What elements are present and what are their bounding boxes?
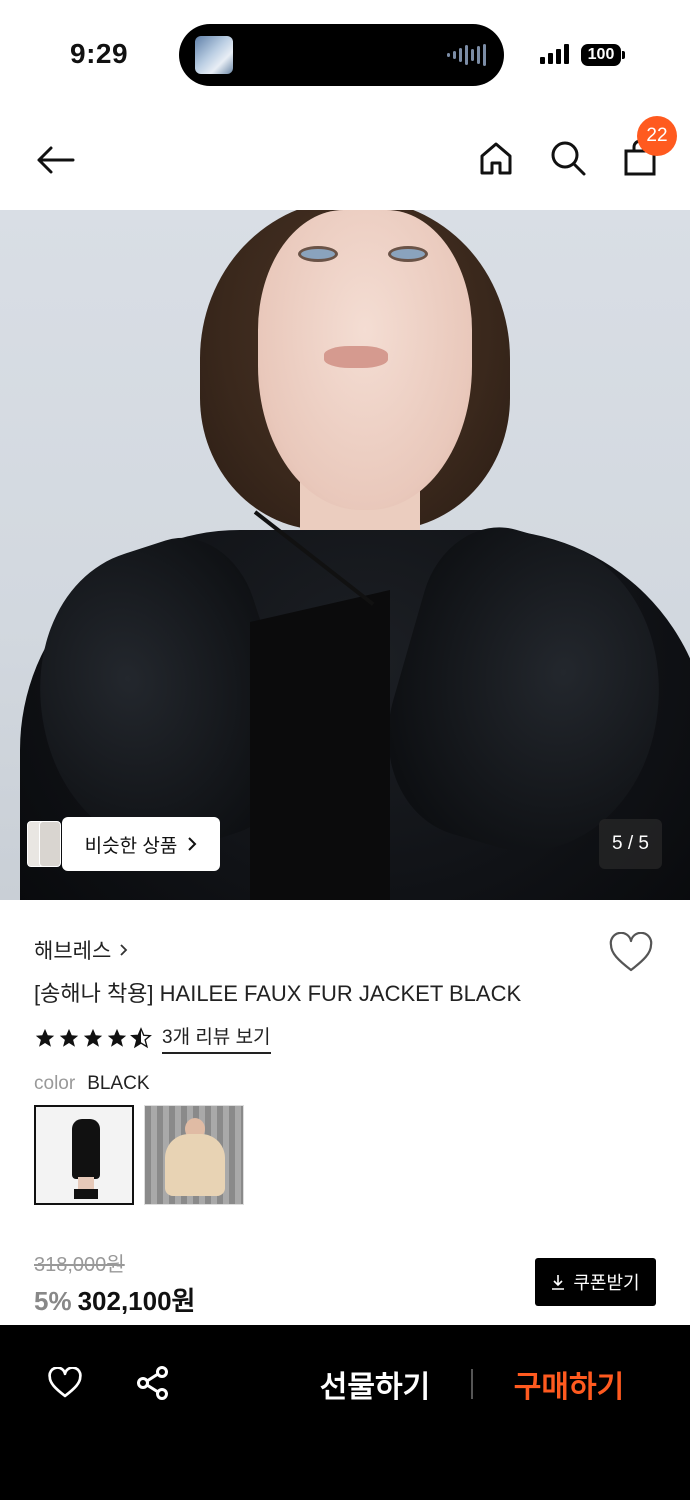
color-row: color BLACK	[34, 1073, 150, 1095]
cellular-signal-icon	[540, 44, 569, 64]
status-time: 9:29	[70, 38, 129, 69]
brand-name: 해브레스	[34, 940, 112, 963]
share-icon	[137, 1366, 168, 1400]
chevron-right-icon	[120, 944, 128, 956]
rating-row: 3개 리뷰 보기	[34, 1022, 271, 1054]
star-icon	[107, 1028, 127, 1047]
star-icon	[83, 1028, 103, 1047]
coupon-download-button[interactable]: 쿠폰받기	[535, 1258, 656, 1306]
download-icon	[552, 1275, 565, 1290]
battery-tip	[622, 51, 625, 59]
bottom-action-bar: 선물하기 구매하기	[0, 1325, 690, 1500]
color-label: color	[34, 1073, 76, 1094]
heart-icon	[48, 1367, 82, 1398]
search-button[interactable]	[546, 136, 590, 180]
color-swatch-black[interactable]	[34, 1105, 134, 1205]
top-navigation	[0, 110, 690, 210]
review-link[interactable]: 3개 리뷰 보기	[162, 1022, 271, 1054]
battery-icon: 100	[581, 44, 621, 66]
dynamic-island[interactable]	[179, 24, 504, 86]
color-value: BLACK	[87, 1073, 150, 1094]
back-button[interactable]	[30, 138, 80, 182]
black-top	[250, 590, 390, 900]
coupon-label: 쿠폰받기	[573, 1273, 640, 1293]
product-image-gallery[interactable]	[0, 210, 690, 900]
original-price: 318,000원	[34, 1254, 125, 1276]
chevron-right-icon	[188, 837, 197, 851]
similar-product-thumbnails[interactable]	[27, 817, 67, 871]
star-icon	[35, 1028, 55, 1047]
image-page-indicator: 5 / 5	[599, 819, 662, 869]
share-button[interactable]	[131, 1361, 175, 1405]
search-icon	[551, 141, 586, 176]
button-divider	[471, 1369, 473, 1399]
audio-waveform-icon	[447, 44, 486, 66]
now-playing-artwork	[195, 36, 233, 74]
status-bar: 9:29 100	[0, 0, 690, 110]
similar-products-label: 비슷한 상품	[84, 835, 178, 857]
cart-count-badge: 22	[637, 116, 677, 156]
sale-price: 302,100원	[77, 1286, 196, 1316]
gift-button[interactable]: 선물하기	[300, 1361, 450, 1407]
color-swatch-beige[interactable]	[144, 1105, 244, 1205]
home-button[interactable]	[474, 136, 518, 180]
half-star-icon	[130, 1027, 152, 1049]
wishlist-button[interactable]	[608, 931, 656, 976]
product-title: [송해나 착용] HAILEE FAUX FUR JACKET BLACK	[34, 981, 522, 1006]
bottom-wishlist-button[interactable]	[43, 1361, 87, 1405]
price-row: 5% 302,100원	[34, 1281, 195, 1318]
similar-products-button[interactable]: 비슷한 상품	[62, 817, 220, 871]
home-icon	[480, 142, 512, 175]
back-arrow-icon	[37, 146, 75, 174]
star-icon	[59, 1028, 79, 1047]
brand-link[interactable]: 해브레스	[34, 935, 128, 965]
rating-stars	[34, 1027, 152, 1049]
discount-rate: 5%	[34, 1286, 72, 1316]
heart-icon	[609, 931, 653, 972]
model-face	[258, 210, 472, 510]
buy-button[interactable]: 구매하기	[494, 1361, 644, 1407]
